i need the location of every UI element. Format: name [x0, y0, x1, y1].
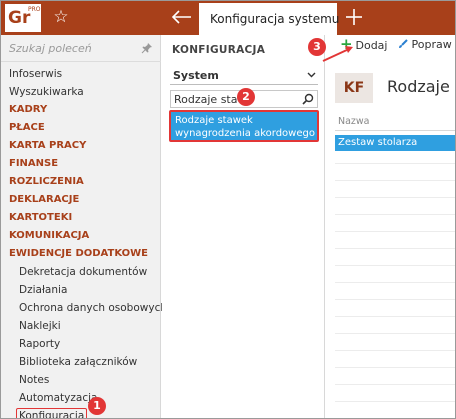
sidebar-item-place[interactable]: PŁACE [1, 119, 161, 137]
logo-text: Gr [8, 8, 31, 28]
config-result-item[interactable]: Rodzaje stawek wynagrodzenia akordowego [169, 110, 319, 142]
sidebar-item-karta-pracy[interactable]: KARTA PRACY [1, 137, 161, 155]
callout-1: 1 [88, 397, 106, 415]
search-icon[interactable] [302, 93, 314, 105]
chevron-down-icon [307, 72, 316, 78]
main-content: + Dodaj Popraw KF Rodzaje s Nazwa Zestaw… [326, 35, 456, 418]
sidebar-item-kartoteki[interactable]: KARTOTEKI [1, 209, 161, 227]
sidebar-item-naklejki[interactable]: Naklejki [1, 317, 161, 335]
sidebar-item-automatyzacja[interactable]: Automatyzacja [1, 389, 161, 407]
sidebar-item-dekretacja-dokumentow[interactable]: Dekretacja dokumentów [1, 263, 161, 281]
config-scope-value: System [173, 69, 219, 82]
top-bar: Gr PRO ☆ Konfiguracja systemu [1, 1, 455, 35]
config-result-label: Rodzaje stawek wynagrodzenia akordowego [175, 115, 315, 139]
panel-title: KONFIGURACJA [172, 44, 266, 56]
sidebar-item-notes[interactable]: Notes [1, 371, 161, 389]
edit-button[interactable]: Popraw [398, 38, 452, 51]
column-header-label: Nazwa [338, 116, 370, 127]
sidebar-item-raporty[interactable]: Raporty [1, 335, 161, 353]
star-icon[interactable]: ☆ [51, 7, 71, 27]
sidebar-item-dzialania[interactable]: Działania [1, 281, 161, 299]
pin-icon[interactable] [141, 42, 153, 54]
page-title: Rodzaje s [387, 77, 456, 96]
brush-icon [399, 39, 408, 48]
sidebar-item-ochrona-danych[interactable]: Ochrona danych osobowych [1, 299, 167, 317]
column-header-nazwa[interactable]: Nazwa [335, 113, 455, 131]
command-search[interactable]: Szukaj poleceń [1, 35, 161, 62]
tab-konfiguracja-systemu[interactable]: Konfiguracja systemu [199, 3, 340, 35]
back-arrow-icon[interactable] [167, 6, 195, 28]
sidebar-item-wyszukiwarka[interactable]: Wyszukiwarka [1, 83, 161, 101]
tab-label: Konfiguracja systemu [210, 12, 340, 26]
config-search-value: Rodzaje staw [174, 93, 247, 106]
app-logo[interactable]: Gr PRO [5, 4, 41, 32]
app-window: Gr PRO ☆ Konfiguracja systemu Szukaj pol… [0, 0, 456, 419]
sidebar-item-komunikacja[interactable]: KOMUNIKACJA [1, 227, 161, 245]
sidebar-item-finanse[interactable]: FINANSE [1, 155, 161, 173]
sidebar-item-biblioteka-zalacznikow[interactable]: Biblioteka załączników [1, 353, 161, 371]
edit-button-label: Popraw [411, 38, 452, 51]
config-scope-select[interactable]: System [170, 67, 318, 85]
callout-2: 2 [237, 88, 255, 106]
sidebar-item-rozliczenia[interactable]: ROZLICZENIA [1, 173, 161, 191]
table-row[interactable]: Zestaw stolarza [335, 135, 455, 151]
logo-badge: PRO [28, 6, 41, 13]
sidebar-item-deklaracje[interactable]: DEKLARACJE [1, 191, 161, 209]
sidebar-item-konfiguracja[interactable]: Konfiguracja [1, 407, 161, 418]
sidebar: Szukaj poleceń Infoserwis Wyszukiwarka K… [1, 35, 167, 418]
data-grid [335, 113, 455, 418]
command-search-placeholder: Szukaj poleceń [9, 42, 92, 55]
sidebar-item-infoserwis[interactable]: Infoserwis [1, 65, 161, 83]
sidebar-item-ewidencje-dodatkowe[interactable]: EWIDENCJE DODATKOWE [1, 245, 161, 263]
callout-arrow [322, 46, 353, 62]
add-button-label: Dodaj [355, 39, 388, 52]
module-badge: KF [335, 73, 373, 103]
sidebar-nav: Infoserwis Wyszukiwarka KADRY PŁACE KART… [1, 65, 167, 418]
plus-tab-icon[interactable] [343, 6, 365, 28]
sidebar-item-kadry[interactable]: KADRY [1, 101, 161, 119]
table-cell: Zestaw stolarza [338, 137, 418, 148]
